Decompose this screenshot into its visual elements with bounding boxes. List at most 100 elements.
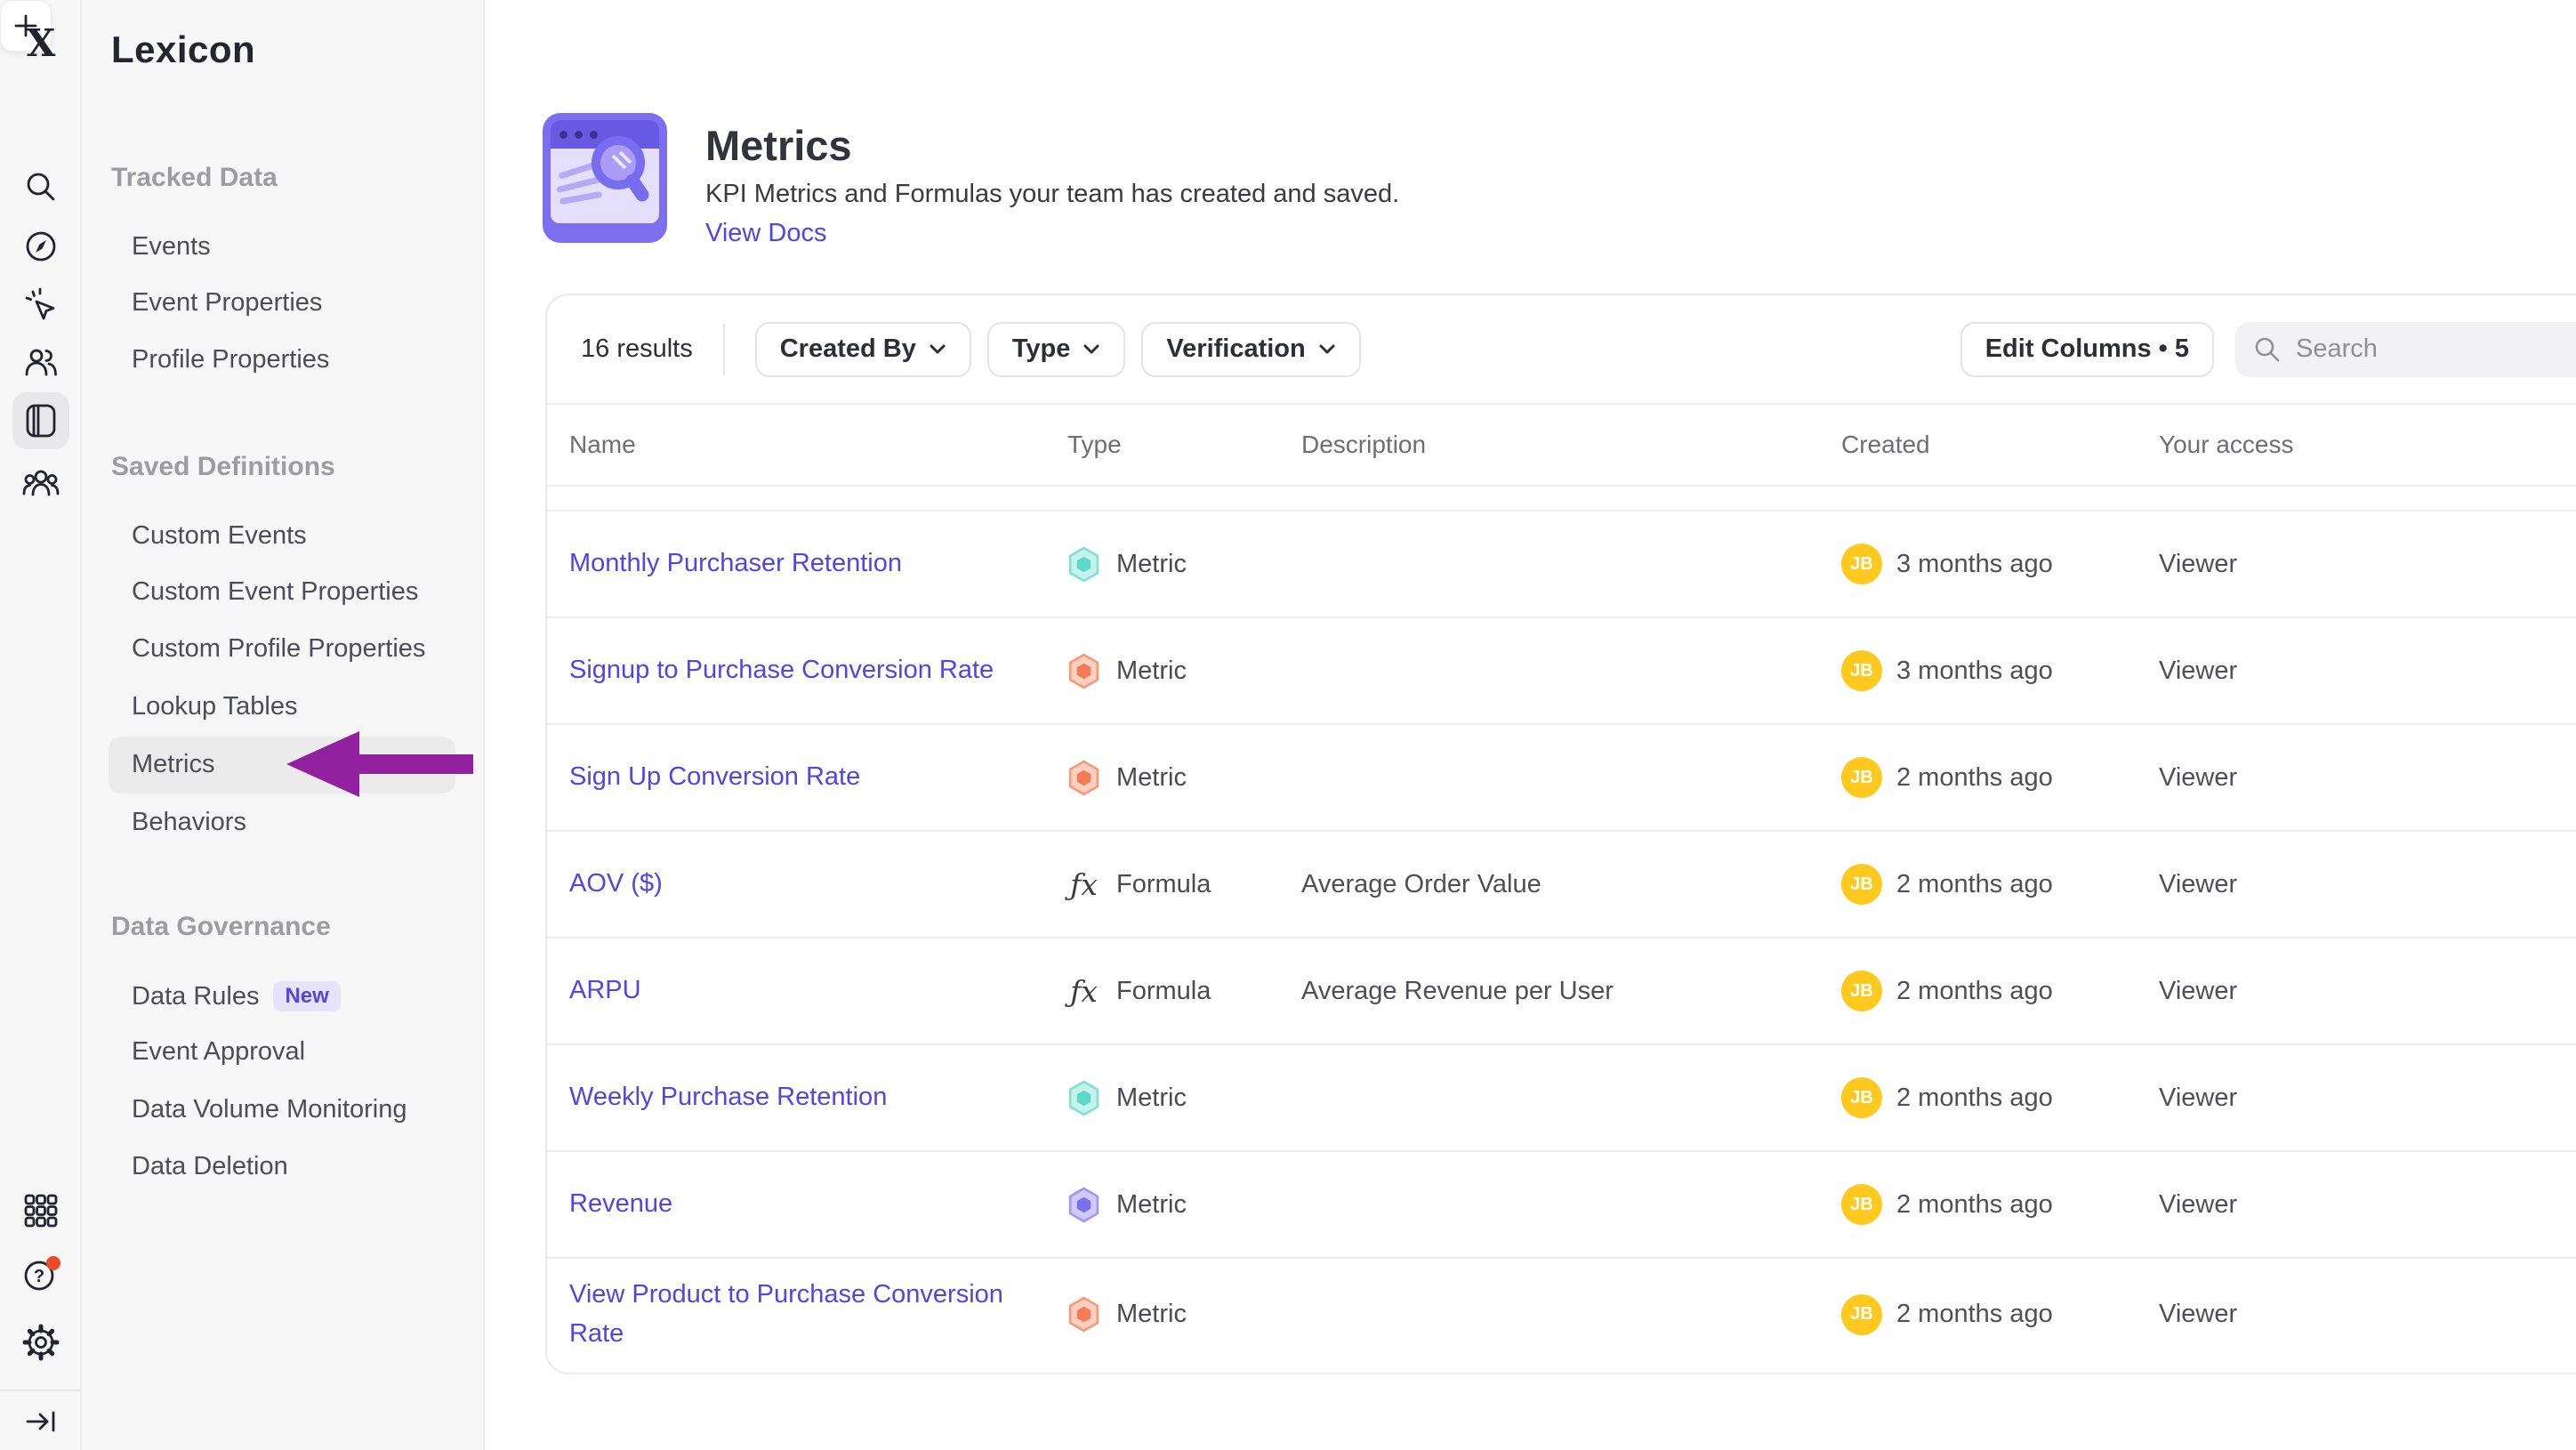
formula-icon [1067,974,1100,1009]
avatar: JB [1841,757,1882,798]
type-filter[interactable]: Type [987,322,1126,377]
table-row[interactable]: Monthly Purchaser Retention Metric JB3 m… [547,512,2576,618]
avatar: JB [1841,864,1882,905]
avatar: JB [1841,544,1882,584]
created-label: 2 months ago [1896,870,2053,899]
magnifier-icon [551,120,659,214]
verification-filter[interactable]: Verification [1141,322,1360,377]
access-cell: Viewer [2159,763,2576,793]
access-cell: Viewer [2159,1083,2576,1113]
sidebar-item-event-properties[interactable]: Event Properties [132,288,322,318]
search-icon[interactable] [20,165,62,208]
cursor-click-icon[interactable] [20,283,62,326]
description-cell: Average Revenue per User [1301,977,1841,1006]
type-label: Metric [1116,1083,1187,1113]
table-row[interactable]: ARPU Formula Average Revenue per User JB… [547,938,2576,1045]
sidebar-item-custom-profile-properties[interactable]: Custom Profile Properties [132,634,425,664]
organization-users-icon[interactable] [20,460,62,503]
table-row[interactable]: Signup to Purchase Conversion Rate Metri… [547,618,2576,725]
access-cell: Viewer [2159,550,2576,579]
page-title: Metrics [705,121,852,170]
sidebar-item-custom-events[interactable]: Custom Events [132,521,307,551]
table-row[interactable]: Revenue Metric JB2 months ago Viewer [547,1152,2576,1259]
metric-name-link[interactable]: AOV ($) [569,865,1032,904]
search-icon [2253,335,2282,364]
sidebar-item-events[interactable]: Events [132,232,211,262]
metric-hexagon-icon [1067,546,1100,583]
type-label: Formula [1116,977,1211,1006]
metric-name-link[interactable]: View Product to Purchase Conversion Rate [569,1276,1032,1353]
column-header-your-access[interactable]: Your access [2159,431,2576,459]
compass-icon[interactable] [20,225,62,268]
created-label: 2 months ago [1896,763,2053,793]
avatar: JB [1841,650,1882,691]
sidebar-item-metrics[interactable]: Metrics [132,750,214,779]
avatar: JB [1841,1294,1882,1335]
collapse-rail-icon[interactable] [20,1400,62,1443]
sidebar-item-data-rules[interactable]: Data Rules New [132,981,341,1011]
sidebar-item-behaviors[interactable]: Behaviors [132,808,246,837]
annotation-arrow [286,729,473,799]
metric-name-link[interactable]: ARPU [569,971,1032,1011]
type-label: Metric [1116,763,1187,793]
metric-name-link[interactable]: Sign Up Conversion Rate [569,758,1032,797]
section-header-saved-definitions: Saved Definitions [111,452,335,482]
created-label: 2 months ago [1896,977,2053,1006]
metric-hexagon-icon [1067,760,1100,796]
metric-name-link[interactable]: Revenue [569,1185,1032,1224]
sidebar-item-event-approval[interactable]: Event Approval [132,1037,305,1067]
column-header-created[interactable]: Created [1841,431,2159,459]
access-cell: Viewer [2159,870,2576,899]
edit-columns-button[interactable]: Edit Columns • 5 [1960,322,2214,377]
chevron-down-icon [929,343,946,355]
description-cell: Average Order Value [1301,870,1841,899]
icon-rail: X ? [0,0,82,1450]
settings-gear-icon[interactable] [20,1321,62,1364]
type-label: Metric [1116,657,1187,686]
sidebar-item-lookup-tables[interactable]: Lookup Tables [132,692,298,721]
formula-icon [1067,867,1100,902]
table-toolbar: 16 results Created By Type Verification … [547,295,2576,403]
access-cell: Viewer [2159,1300,2576,1329]
help-icon[interactable]: ? [20,1253,62,1296]
filter-label: Type [1012,334,1071,364]
search-input[interactable] [2296,334,2563,364]
created-by-filter[interactable]: Created By [755,322,971,377]
view-docs-link[interactable]: View Docs [705,219,826,248]
created-label: 3 months ago [1896,657,2053,686]
users-icon[interactable] [20,340,62,383]
sidebar-item-custom-event-properties[interactable]: Custom Event Properties [132,577,418,607]
column-header-description[interactable]: Description [1301,431,1841,459]
metric-name-link[interactable]: Monthly Purchaser Retention [569,544,1032,584]
metrics-app-icon [543,113,667,243]
metric-name-link[interactable]: Weekly Purchase Retention [569,1078,1032,1117]
mixpanel-logo-icon[interactable]: X [20,23,62,66]
created-label: 2 months ago [1896,1300,2053,1329]
svg-text:X: X [27,23,56,65]
sidebar-item-data-deletion[interactable]: Data Deletion [132,1152,288,1181]
sidebar-item-profile-properties[interactable]: Profile Properties [132,345,329,375]
metric-hexagon-icon [1067,1080,1100,1116]
column-header-type[interactable]: Type [1067,431,1301,459]
created-label: 2 months ago [1896,1190,2053,1220]
sidebar-item-label: Data Rules [132,982,259,1011]
chevron-down-icon [1083,343,1100,355]
search-box[interactable] [2235,322,2576,377]
partially-scrolled-row [547,487,2576,512]
chevron-down-icon [1318,343,1336,355]
table-row[interactable]: Weekly Purchase Retention Metric JB2 mon… [547,1045,2576,1152]
results-count: 16 results [581,334,693,364]
data-journal-icon[interactable] [12,392,69,449]
table-row[interactable]: AOV ($) Formula Average Order Value JB2 … [547,832,2576,938]
table-row[interactable]: Sign Up Conversion Rate Metric JB 2 month… [547,725,2576,832]
type-label: Metric [1116,1300,1187,1329]
table-row[interactable]: View Product to Purchase Conversion Rate… [547,1259,2576,1370]
metric-hexagon-icon [1067,1296,1100,1333]
apps-grid-icon[interactable] [20,1189,62,1232]
type-label: Metric [1116,1190,1187,1220]
toolbar-divider [723,324,725,375]
metric-name-link[interactable]: Signup to Purchase Conversion Rate [569,651,1032,690]
column-header-name[interactable]: Name [569,431,1067,459]
access-cell: Viewer [2159,657,2576,686]
sidebar-item-data-volume-monitoring[interactable]: Data Volume Monitoring [132,1095,407,1124]
